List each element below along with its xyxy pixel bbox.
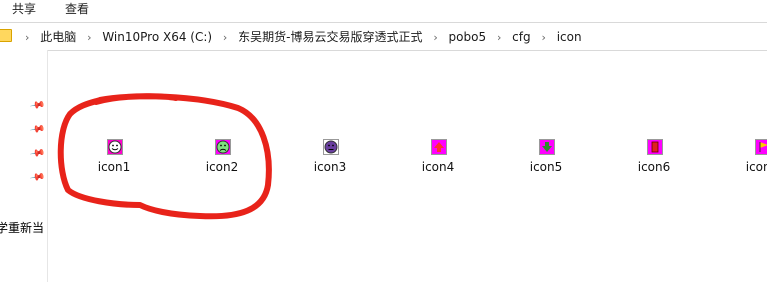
file-name: icon2 bbox=[205, 160, 239, 174]
file-name: icon7 bbox=[745, 160, 767, 174]
file-name: icon5 bbox=[529, 160, 563, 174]
chevron-right-icon: › bbox=[25, 31, 30, 44]
breadcrumb: › 此电脑 › Win10Pro X64 (C:) › 东吴期货-博易云交易版穿… bbox=[18, 28, 582, 45]
crumb-icon[interactable]: icon bbox=[557, 30, 582, 44]
ribbon-tabs: 共享 查看 bbox=[0, 0, 767, 19]
flag-icon bbox=[755, 139, 767, 155]
arrow-down-icon bbox=[539, 139, 555, 155]
crumb-cfg[interactable]: cfg bbox=[512, 30, 530, 44]
chevron-right-icon: › bbox=[496, 31, 502, 44]
smiley-sad-icon bbox=[216, 140, 230, 154]
chevron-right-icon: › bbox=[222, 31, 228, 44]
red-rectangle-icon bbox=[647, 139, 663, 155]
smiley-happy-icon bbox=[107, 139, 123, 155]
tab-share[interactable]: 共享 bbox=[12, 0, 36, 17]
address-bar[interactable]: › 此电脑 › Win10Pro X64 (C:) › 东吴期货-博易云交易版穿… bbox=[0, 22, 767, 51]
smiley-happy-icon bbox=[108, 140, 122, 154]
pin-icon[interactable]: 📌 bbox=[29, 121, 46, 137]
pin-icon[interactable]: 📌 bbox=[29, 169, 46, 185]
chevron-right-icon: › bbox=[433, 31, 438, 44]
navigation-pane[interactable]: 📌 📌 📌 📌 学重新当 bbox=[0, 50, 48, 282]
smiley-sad-icon bbox=[215, 139, 231, 155]
pin-icon[interactable]: 📌 bbox=[29, 145, 46, 161]
arrow-up-icon bbox=[431, 139, 447, 155]
red-rectangle-icon bbox=[651, 141, 659, 153]
file-name: icon4 bbox=[421, 160, 455, 174]
smiley-neutral-icon bbox=[323, 139, 339, 155]
file-name: icon1 bbox=[97, 160, 131, 174]
nav-item-label[interactable]: 学重新当 bbox=[0, 219, 44, 236]
crumb-drive[interactable]: Win10Pro X64 (C:) bbox=[102, 30, 212, 44]
pin-icon[interactable]: 📌 bbox=[29, 97, 46, 113]
smiley-neutral-icon bbox=[324, 140, 338, 154]
chevron-right-icon: › bbox=[87, 31, 92, 44]
crumb-this-pc[interactable]: 此电脑 bbox=[40, 28, 76, 45]
arrow-up-icon bbox=[434, 142, 444, 152]
folder-icon bbox=[0, 29, 12, 42]
flag-icon bbox=[759, 142, 767, 152]
crumb-pobo5[interactable]: pobo5 bbox=[449, 30, 487, 44]
chevron-right-icon: › bbox=[541, 31, 546, 44]
arrow-down-icon bbox=[542, 142, 552, 152]
file-name: icon3 bbox=[313, 160, 347, 174]
tab-view[interactable]: 查看 bbox=[65, 0, 89, 17]
crumb-app-folder[interactable]: 东吴期货-博易云交易版穿透式正式 bbox=[238, 28, 422, 45]
file-name: icon6 bbox=[637, 160, 671, 174]
